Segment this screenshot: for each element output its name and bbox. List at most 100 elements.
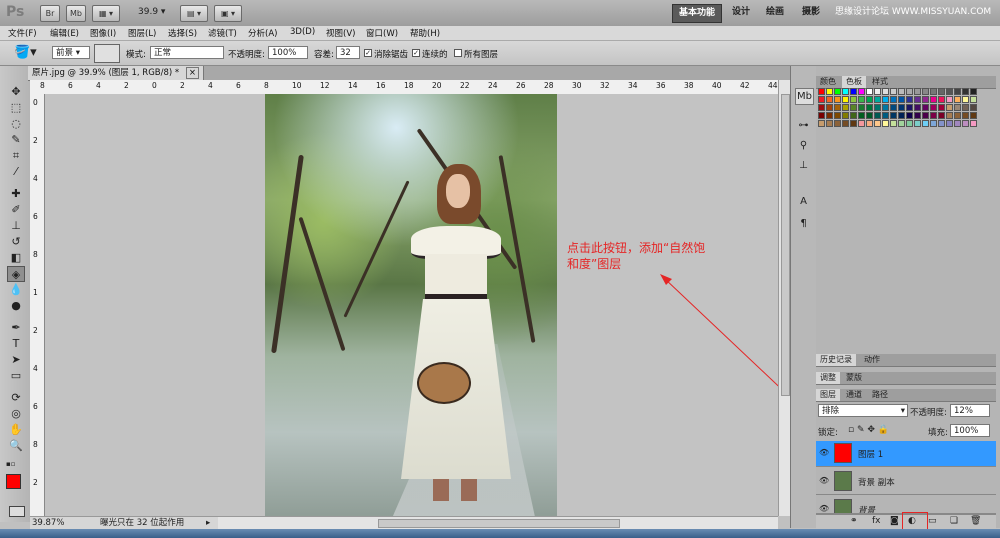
color-swatch[interactable]	[906, 96, 913, 103]
color-swatch[interactable]	[938, 112, 945, 119]
color-swatch[interactable]	[818, 88, 825, 95]
color-swatch[interactable]	[970, 120, 977, 127]
color-swatch[interactable]	[866, 112, 873, 119]
tab-color[interactable]: 颜色	[816, 76, 840, 88]
horizontal-scroll-thumb[interactable]	[378, 519, 620, 528]
eye-icon[interactable]: 👁	[819, 504, 829, 513]
color-swatch[interactable]	[962, 120, 969, 127]
color-swatch[interactable]	[954, 96, 961, 103]
paragraph-panel-icon[interactable]: ¶	[795, 216, 812, 231]
color-swatch[interactable]	[962, 88, 969, 95]
color-swatch[interactable]	[962, 104, 969, 111]
color-swatch[interactable]	[842, 104, 849, 111]
color-swatch[interactable]	[914, 88, 921, 95]
color-swatch[interactable]	[938, 96, 945, 103]
color-swatch[interactable]	[930, 104, 937, 111]
clone-source-icon[interactable]: ⚲	[795, 138, 812, 153]
color-swatch[interactable]	[874, 112, 881, 119]
color-swatch[interactable]	[954, 88, 961, 95]
tab-history[interactable]: 历史记录	[816, 354, 856, 366]
character-panel-icon[interactable]: A	[795, 194, 812, 209]
tab-channels[interactable]: 通道	[842, 389, 866, 401]
color-swatch[interactable]	[858, 88, 865, 95]
color-swatch[interactable]	[906, 88, 913, 95]
tab-paths[interactable]: 路径	[868, 389, 892, 401]
color-swatch[interactable]	[834, 88, 841, 95]
layer-opacity-input[interactable]: 12%	[950, 404, 990, 417]
zoom-status-field[interactable]: 39.87%	[32, 517, 64, 529]
vertical-scroll-thumb[interactable]	[781, 94, 790, 396]
color-swatch[interactable]	[842, 96, 849, 103]
mini-bridge-panel-icon[interactable]: Mb	[795, 88, 814, 105]
color-swatch[interactable]	[826, 96, 833, 103]
color-swatch[interactable]	[922, 104, 929, 111]
color-swatch[interactable]	[962, 112, 969, 119]
link-layers-icon[interactable]: ⚭	[850, 516, 858, 526]
color-swatch[interactable]	[866, 96, 873, 103]
delete-layer-icon[interactable]: 🗑	[970, 516, 981, 526]
color-swatch[interactable]	[874, 96, 881, 103]
new-group-icon[interactable]: ▭	[928, 516, 937, 526]
color-swatch[interactable]	[890, 112, 897, 119]
tab-actions[interactable]: 动作	[860, 354, 884, 366]
color-swatch[interactable]	[858, 96, 865, 103]
color-swatch[interactable]	[930, 112, 937, 119]
color-swatch[interactable]	[874, 120, 881, 127]
color-swatch[interactable]	[834, 96, 841, 103]
color-swatch[interactable]	[898, 88, 905, 95]
color-swatch[interactable]	[834, 112, 841, 119]
color-swatch[interactable]	[842, 120, 849, 127]
color-swatch[interactable]	[906, 104, 913, 111]
color-swatch[interactable]	[826, 120, 833, 127]
tab-masks[interactable]: 蒙版	[842, 372, 866, 384]
layer-fill-input[interactable]: 100%	[950, 424, 990, 437]
tab-adjustments[interactable]: 调整	[816, 372, 840, 384]
color-swatch[interactable]	[970, 104, 977, 111]
color-swatch[interactable]	[818, 112, 825, 119]
color-swatch[interactable]	[938, 88, 945, 95]
color-swatch[interactable]	[970, 88, 977, 95]
color-swatch[interactable]	[850, 120, 857, 127]
color-swatch[interactable]	[842, 112, 849, 119]
color-swatch[interactable]	[954, 112, 961, 119]
layer-row[interactable]: 👁 背景 副本	[816, 469, 996, 495]
layer-style-icon[interactable]: fx	[872, 516, 881, 526]
horizontal-scrollbar[interactable]	[218, 516, 778, 529]
status-menu-arrow-icon[interactable]: ▸	[206, 517, 210, 529]
color-swatch[interactable]	[826, 112, 833, 119]
color-swatch[interactable]	[882, 104, 889, 111]
color-swatch[interactable]	[890, 120, 897, 127]
color-swatch[interactable]	[970, 96, 977, 103]
color-swatch[interactable]	[850, 88, 857, 95]
color-swatch[interactable]	[882, 88, 889, 95]
color-swatch[interactable]	[842, 88, 849, 95]
color-swatch[interactable]	[866, 120, 873, 127]
color-swatch[interactable]	[850, 104, 857, 111]
color-swatch[interactable]	[946, 104, 953, 111]
color-swatch[interactable]	[930, 120, 937, 127]
color-swatch[interactable]	[930, 96, 937, 103]
eye-icon[interactable]: 👁	[819, 448, 829, 458]
color-swatch[interactable]	[866, 88, 873, 95]
color-swatch[interactable]	[834, 104, 841, 111]
color-swatch[interactable]	[922, 96, 929, 103]
color-swatch[interactable]	[922, 88, 929, 95]
tab-layers[interactable]: 图层	[816, 389, 840, 401]
color-swatch[interactable]	[850, 112, 857, 119]
layer-row[interactable]: 👁 图层 1	[816, 441, 996, 467]
color-swatch[interactable]	[946, 120, 953, 127]
color-swatch[interactable]	[818, 120, 825, 127]
color-swatch[interactable]	[962, 96, 969, 103]
brush-presets-icon[interactable]: ⊶	[795, 118, 812, 133]
color-swatch[interactable]	[898, 112, 905, 119]
tool-presets-icon[interactable]: ⊥	[795, 158, 812, 173]
color-swatch[interactable]	[898, 104, 905, 111]
eye-icon[interactable]: 👁	[819, 476, 829, 486]
color-swatch[interactable]	[874, 104, 881, 111]
color-swatch[interactable]	[890, 88, 897, 95]
color-swatch[interactable]	[946, 96, 953, 103]
color-swatch[interactable]	[858, 112, 865, 119]
color-swatch[interactable]	[970, 112, 977, 119]
color-swatch[interactable]	[914, 104, 921, 111]
new-layer-icon[interactable]: ❏	[950, 516, 958, 526]
